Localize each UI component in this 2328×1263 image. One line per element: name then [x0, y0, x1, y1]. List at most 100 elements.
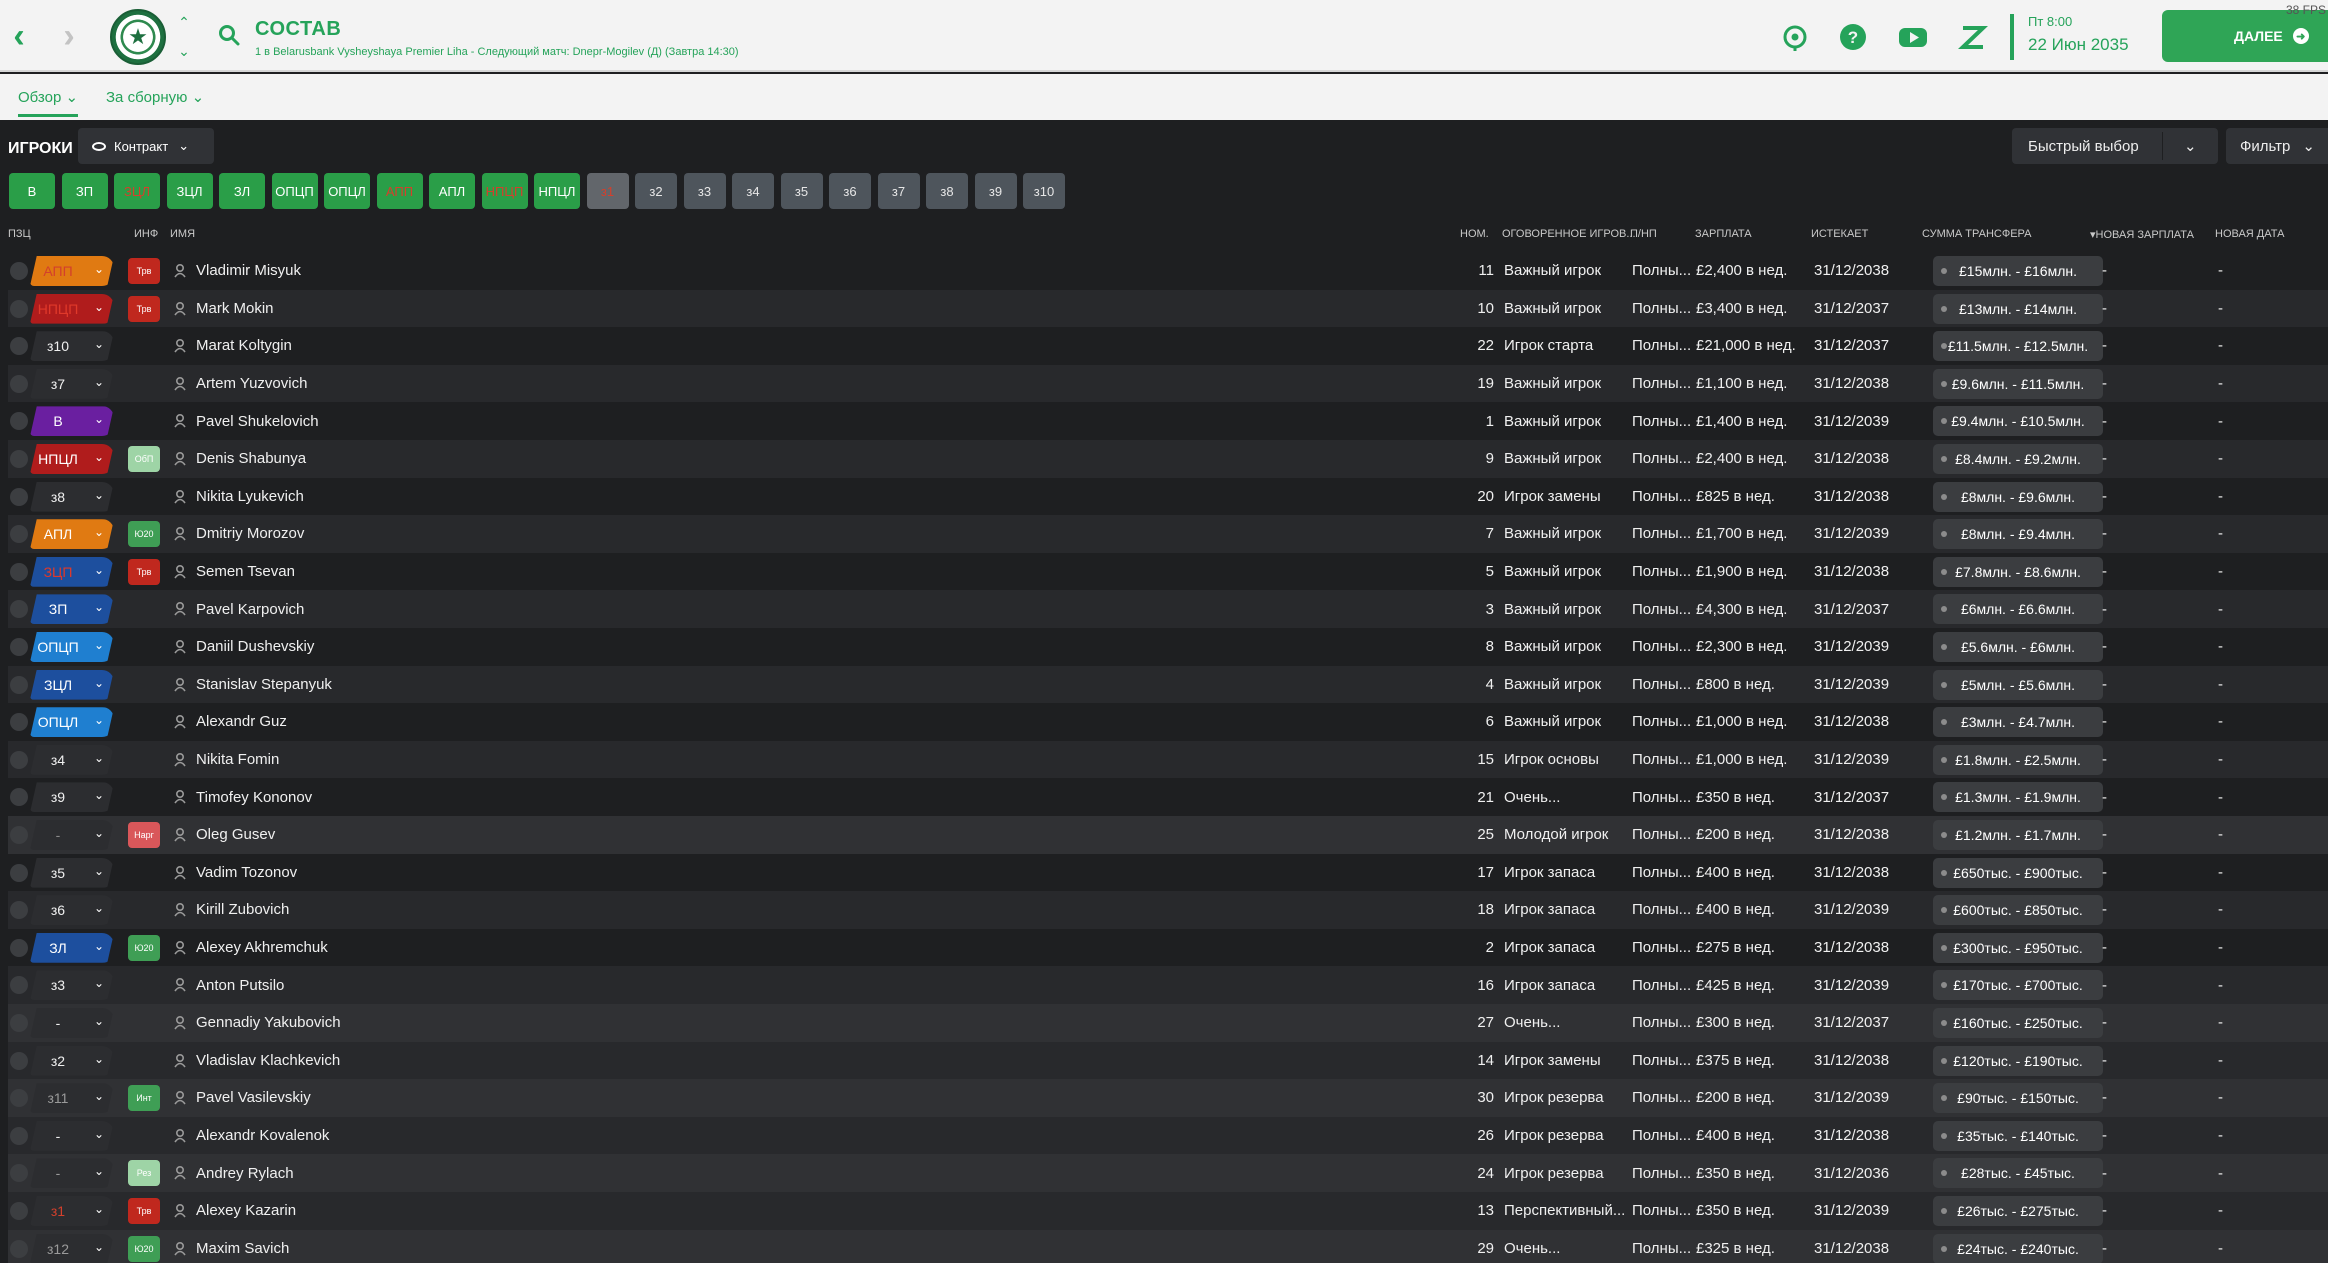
position-selector[interactable]: з12 ⌄ [30, 1233, 114, 1263]
player-name[interactable]: Alexey Akhremchuk [196, 929, 328, 967]
position-filter-5[interactable]: ЗЛ [219, 173, 265, 209]
transfer-value[interactable]: £650тыс. - £900тыс. [1933, 857, 2103, 888]
player-name[interactable]: Stanislav Stepanyuk [196, 666, 332, 704]
select-checkbox[interactable] [10, 600, 28, 619]
position-filter-3[interactable]: ЗЦЛ [114, 173, 160, 209]
position-filter-2[interactable]: ЗП [61, 173, 108, 209]
info-badge[interactable]: Трв [128, 258, 160, 284]
player-name[interactable]: Nikita Fomin [196, 741, 279, 779]
player-name[interactable]: Maxim Savich [196, 1230, 289, 1263]
position-selector[interactable]: ОПЦЛ ⌄ [30, 707, 114, 738]
club-switch-chevrons[interactable]: ⌃ ⌄ [176, 14, 192, 60]
position-selector[interactable]: з8 ⌄ [30, 481, 114, 512]
table-row[interactable]: - ⌄ Gennadiy Yakubovich 27 Очень... Полны... £… [8, 1004, 2328, 1042]
table-row[interactable]: з11 ⌄ Инт Pavel Vasilevskiy 30 Игрок резерва П… [8, 1079, 2328, 1117]
player-name[interactable]: Pavel Shukelovich [196, 402, 319, 440]
info-badge[interactable]: Инт [128, 1085, 160, 1112]
player-name[interactable]: Anton Putsilo [196, 966, 284, 1004]
transfer-value[interactable]: £90тыс. - £150тыс. [1933, 1083, 2103, 1114]
position-selector[interactable]: ЗЦЛ ⌄ [30, 669, 114, 700]
football-icon[interactable] [1780, 22, 1810, 52]
player-name[interactable]: Semen Tsevan [196, 553, 295, 591]
info-badge[interactable]: Рез [128, 1160, 160, 1187]
position-selector[interactable]: з6 ⌄ [30, 895, 114, 926]
player-name[interactable]: Andrey Rylach [196, 1154, 294, 1192]
transfer-value[interactable]: £1.3млн. - £1.9млн. [1933, 782, 2103, 813]
select-checkbox[interactable] [10, 525, 28, 544]
col-new-wage[interactable]: ▾НОВАЯ ЗАРПЛАТА [2090, 228, 2194, 241]
transfer-value[interactable]: £600тыс. - £850тыс. [1933, 895, 2103, 926]
transfer-value[interactable]: £7.8млн. - £8.6млн. [1933, 556, 2103, 587]
player-name[interactable]: Mark Mokin [196, 290, 274, 328]
player-name[interactable]: Vadim Tozonov [196, 854, 297, 892]
transfer-value[interactable]: £26тыс. - £275тыс. [1933, 1196, 2103, 1226]
info-badge[interactable]: Ю20 [128, 1235, 160, 1262]
select-checkbox[interactable] [10, 713, 28, 732]
player-name[interactable]: Alexandr Guz [196, 703, 287, 741]
position-selector[interactable]: з4 ⌄ [30, 744, 114, 775]
info-badge[interactable]: ОбП [128, 446, 160, 472]
position-selector[interactable]: з7 ⌄ [30, 368, 114, 399]
select-checkbox[interactable] [10, 337, 28, 356]
select-checkbox[interactable] [10, 374, 28, 393]
transfer-value[interactable]: £1.8млн. - £2.5млн. [1933, 744, 2103, 775]
position-filter-4[interactable]: ЗЦЛ [166, 173, 213, 209]
transfer-value[interactable]: £120тыс. - £190тыс. [1933, 1045, 2103, 1076]
chevron-up-icon[interactable]: ⌃ [178, 14, 190, 31]
table-row[interactable]: з9 ⌄ Timofey Kononov 21 Очень... Полны... £350… [8, 778, 2328, 816]
select-checkbox[interactable] [10, 938, 28, 957]
search-icon[interactable] [218, 24, 240, 46]
position-filter-19[interactable]: з8 [926, 173, 968, 209]
table-row[interactable]: з5 ⌄ Vadim Tozonov 17 Игрок запаса Полны... £4… [8, 854, 2328, 892]
select-checkbox[interactable] [10, 1014, 28, 1032]
select-checkbox[interactable] [10, 1126, 28, 1145]
position-filter-11[interactable]: НПЦЛ [534, 173, 580, 209]
transfer-value[interactable]: £8.4млн. - £9.2млн. [1933, 444, 2103, 474]
forward-icon[interactable]: › [54, 18, 84, 54]
position-selector[interactable]: ЗП ⌄ [30, 594, 114, 625]
select-checkbox[interactable] [10, 901, 28, 920]
transfer-value[interactable]: £15млн. - £16млн. [1933, 256, 2103, 286]
chevron-down-icon[interactable]: ⌄ [2184, 137, 2197, 155]
position-filter-17[interactable]: з6 [829, 173, 871, 209]
select-checkbox[interactable] [10, 1239, 28, 1258]
table-row[interactable]: з12 ⌄ Ю20 Maxim Savich 29 Очень... Полны... £32… [8, 1229, 2328, 1263]
player-name[interactable]: Vladimir Misyuk [196, 252, 301, 290]
transfer-value[interactable]: £9.4млн. - £10.5млн. [1933, 406, 2103, 437]
position-selector[interactable]: В ⌄ [30, 406, 114, 437]
position-filter-16[interactable]: з5 [780, 173, 823, 209]
table-row[interactable]: з4 ⌄ Nikita Fomin 15 Игрок основы Полны... £1,… [8, 740, 2328, 779]
position-selector[interactable]: з2 ⌄ [30, 1045, 114, 1076]
position-filter-12[interactable]: з1 [586, 173, 629, 209]
filter-button[interactable]: Фильтр ⌄ [2226, 128, 2328, 164]
transfer-value[interactable]: £28тыс. - £45тыс. [1933, 1158, 2103, 1189]
position-filter-9[interactable]: АПЛ [429, 173, 475, 209]
next-match-subtitle[interactable]: 1 в Belarusbank Vysheyshaya Premier Liha… [255, 46, 739, 58]
table-row[interactable]: АПП ⌄ Трв Vladimir Misyuk 11 Важный игрок Полн… [8, 252, 2328, 290]
player-name[interactable]: Daniil Dushevskiy [196, 628, 314, 666]
position-selector[interactable]: з11 ⌄ [30, 1083, 114, 1114]
position-filter-20[interactable]: з9 [974, 173, 1017, 209]
table-row[interactable]: ЗЦЛ ⌄ Stanislav Stepanyuk 4 Важный игрок Полн… [8, 665, 2328, 704]
transfer-value[interactable]: £8млн. - £9.4млн. [1933, 519, 2103, 550]
position-selector[interactable]: з1 ⌄ [30, 1196, 114, 1226]
position-selector[interactable]: - ⌄ [30, 820, 114, 850]
player-name[interactable]: Timofey Kononov [196, 778, 312, 816]
select-checkbox[interactable] [10, 487, 28, 506]
info-badge[interactable]: Трв [128, 558, 160, 585]
position-selector[interactable]: з9 ⌄ [30, 782, 114, 813]
position-filter-10[interactable]: НПЦП [481, 173, 528, 209]
select-checkbox[interactable] [10, 299, 28, 318]
position-filter-21[interactable]: з10 [1023, 173, 1065, 209]
position-selector[interactable]: НПЦЛ ⌄ [30, 444, 114, 474]
position-filter-14[interactable]: з3 [683, 173, 726, 209]
continue-button[interactable]: ДАЛЕЕ ➜ [2162, 10, 2328, 62]
select-checkbox[interactable] [10, 412, 28, 431]
position-selector[interactable]: - ⌄ [30, 1158, 114, 1189]
player-name[interactable]: Vladislav Klachkevich [196, 1042, 340, 1080]
position-selector[interactable]: ЗЛ ⌄ [30, 932, 114, 963]
col-expires[interactable]: ИСТЕКАЕТ [1811, 228, 1868, 240]
col-playing-time[interactable]: ОГОВОРЕННОЕ ИГРОВ... [1502, 228, 1636, 240]
transfer-value[interactable]: £1.2млн. - £1.7млн. [1933, 820, 2103, 850]
z-icon[interactable] [1958, 22, 1988, 52]
